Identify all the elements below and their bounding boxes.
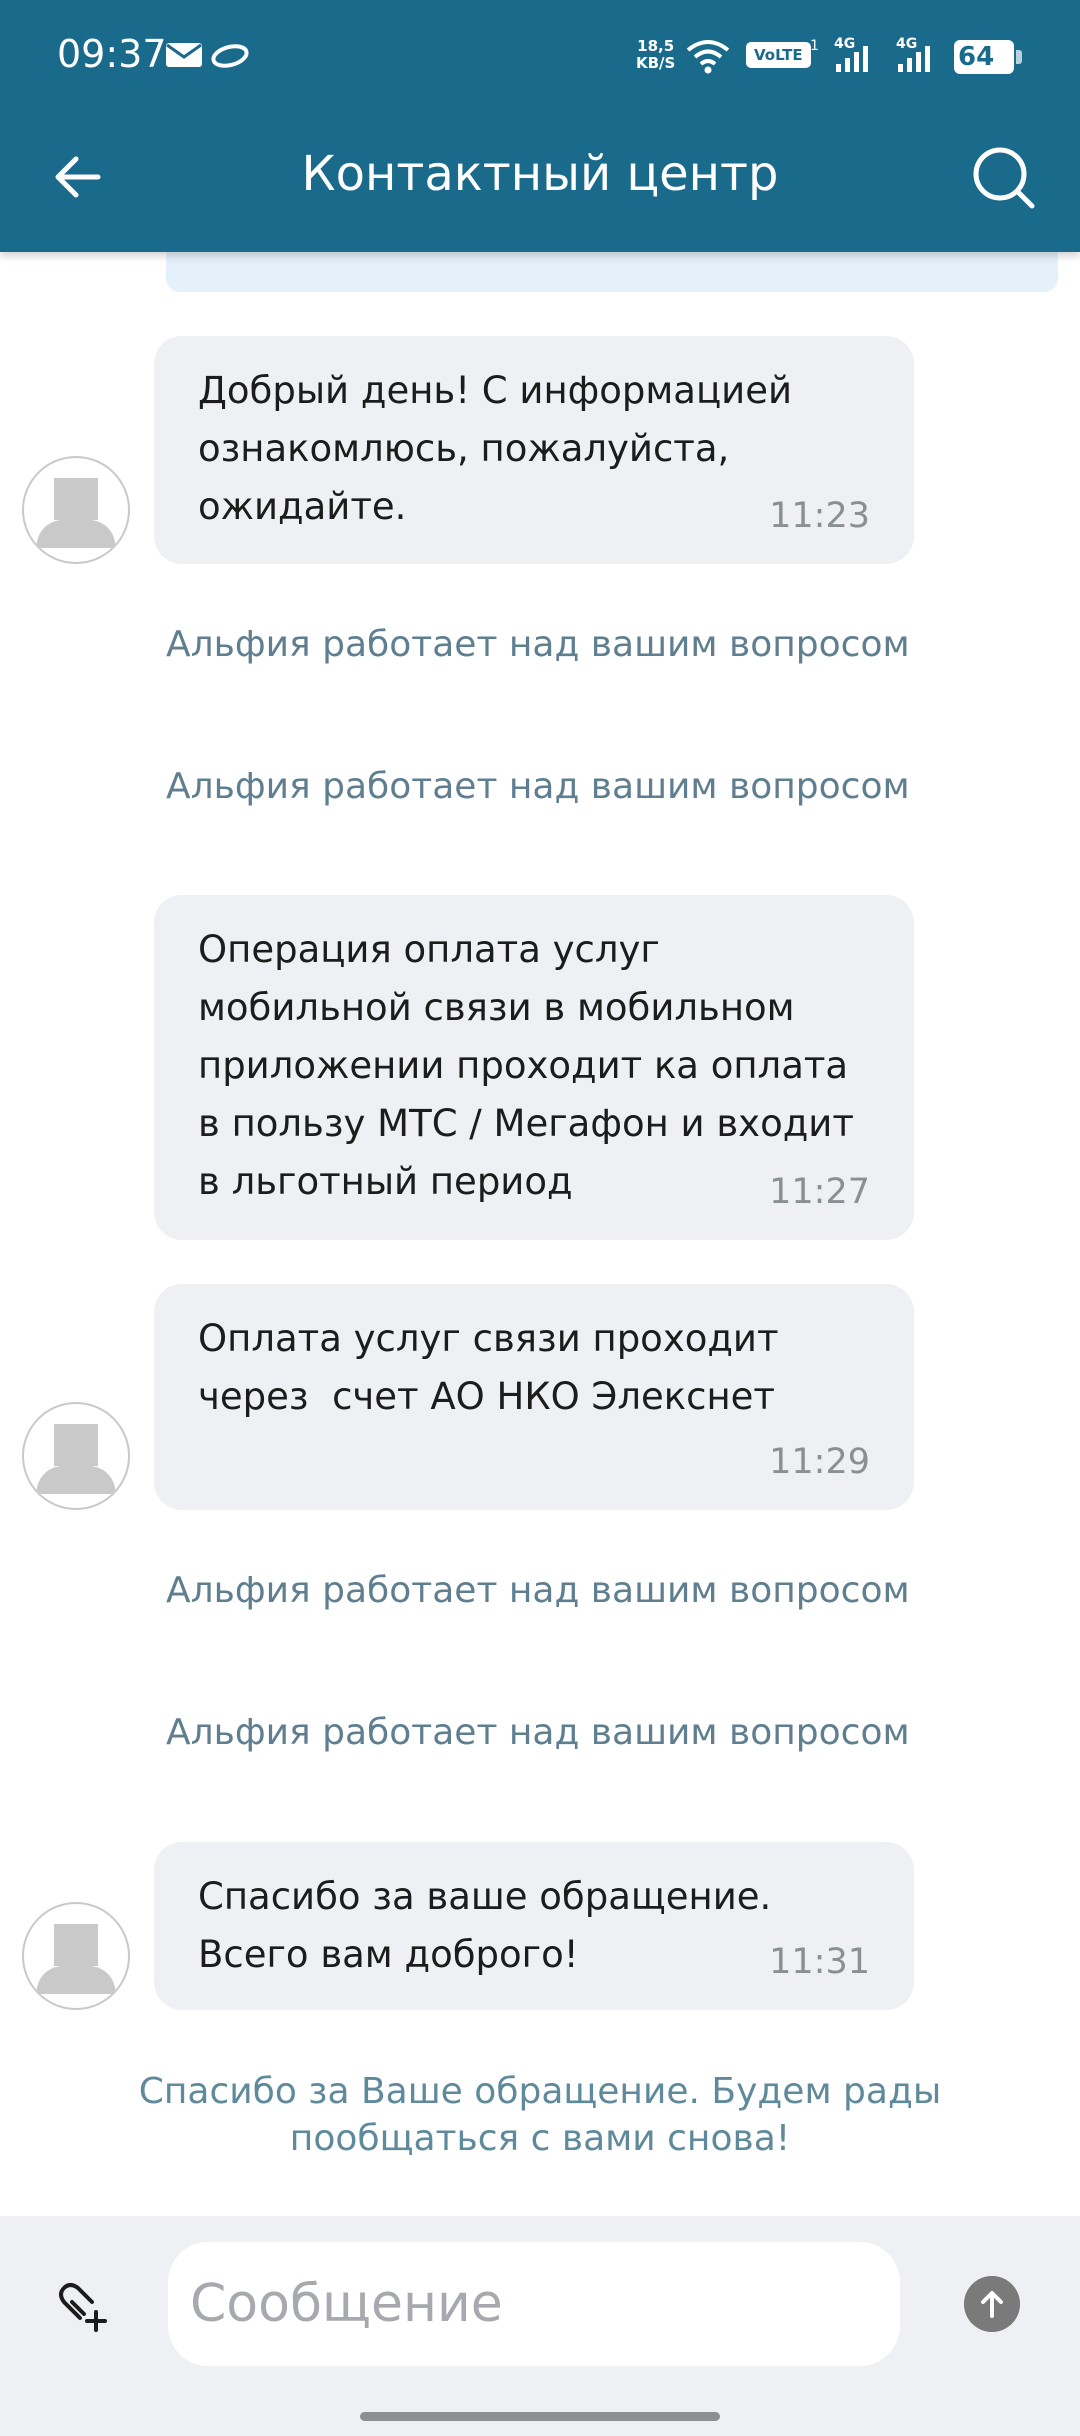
- battery-tip: [1016, 50, 1022, 64]
- wifi-icon: [686, 40, 730, 74]
- volte-badge: VoLTE: [746, 42, 811, 68]
- user-avatar-icon: [36, 1924, 116, 1994]
- system-note: Альфия работает над вашим вопросом: [166, 1712, 910, 1753]
- system-note: Альфия работает над вашим вопросом: [166, 1570, 910, 1611]
- operator-avatar: [22, 456, 130, 564]
- message-time: 11:31: [769, 1942, 870, 1982]
- message-time: 11:27: [769, 1172, 870, 1212]
- net-speed: 18,5 KB/S: [636, 37, 676, 72]
- message-bubble: Операция оплата услуг мобильной связи в …: [154, 895, 914, 1240]
- search-icon[interactable]: [966, 140, 1040, 214]
- page-title: Контактный центр: [301, 146, 779, 202]
- battery-icon: 64: [954, 40, 1014, 74]
- user-avatar-icon: [36, 478, 116, 548]
- operator-avatar: [22, 1402, 130, 1510]
- message-text: Оплата услуг связи проходит через счет А…: [198, 1317, 779, 1418]
- message-bubble: Спасибо за ваше обращение. Всего вам доб…: [154, 1842, 914, 2010]
- message-text: Операция оплата услуг мобильной связи в …: [198, 928, 854, 1203]
- sim1-indicator: 1: [810, 38, 819, 54]
- app-header: 09:37 18,5 KB/S VoLTE 1 4G 4G 64 Контакт…: [0, 0, 1080, 252]
- mail-icon: [166, 43, 202, 67]
- message-bubble: Оплата услуг связи проходит через счет А…: [154, 1284, 914, 1510]
- operator-avatar: [22, 1902, 130, 2010]
- attach-add-icon[interactable]: [50, 2272, 114, 2336]
- arrow-up-icon[interactable]: [964, 2276, 1020, 2332]
- message-time: 11:29: [769, 1442, 870, 1482]
- system-note: Альфия работает над вашим вопросом: [166, 624, 910, 665]
- system-note: Альфия работает над вашим вопросом: [166, 766, 910, 807]
- status-bar: 09:37 18,5 KB/S VoLTE 1 4G 4G 64: [0, 0, 1080, 112]
- closing-message: Спасибо за Ваше обращение. Будем рады по…: [138, 2071, 942, 2159]
- notification-icon: [211, 44, 249, 68]
- message-bubble: Добрый день! С информацией ознакомлюсь, …: [154, 336, 914, 564]
- user-avatar-icon: [36, 1424, 116, 1494]
- message-input[interactable]: [168, 2242, 900, 2366]
- home-indicator[interactable]: [360, 2412, 720, 2421]
- message-time: 11:23: [769, 496, 870, 536]
- signal-icon-2: [898, 46, 930, 72]
- status-time: 09:37: [57, 32, 167, 76]
- signal-icon: [836, 46, 868, 72]
